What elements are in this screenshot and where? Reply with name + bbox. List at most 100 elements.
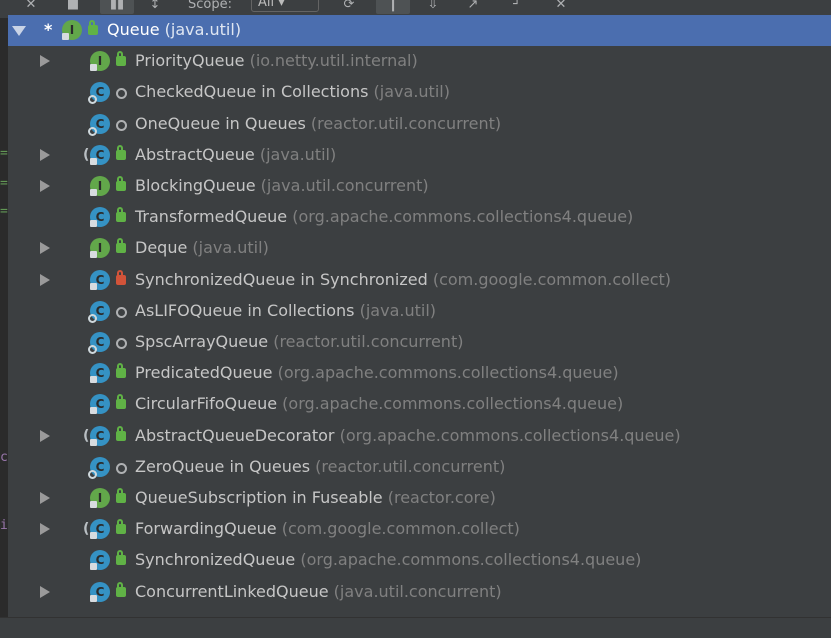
close-icon[interactable]: ✕ bbox=[552, 0, 570, 14]
type-name: TransformedQueue bbox=[135, 207, 288, 227]
tree-row[interactable]: C SynchronizedQueue (org.apache.commons.c… bbox=[8, 545, 831, 576]
static-pin-icon bbox=[88, 313, 97, 323]
refresh-icon[interactable]: ⟳ bbox=[340, 0, 358, 14]
package-visibility-icon bbox=[116, 306, 127, 318]
type-name: Queue bbox=[107, 20, 160, 39]
type-name: CircularFifoQueue bbox=[135, 394, 278, 414]
type-name: OneQueue in Queues bbox=[135, 113, 306, 133]
package-name: (org.apache.commons.collections4.queue) bbox=[277, 363, 619, 383]
package-name: (java.util.concurrent) bbox=[333, 581, 502, 601]
static-pin-icon bbox=[88, 95, 97, 105]
tree-row[interactable]: C SpscArrayQueue (reactor.util.concurrent… bbox=[8, 327, 831, 358]
private-visibility-icon bbox=[116, 269, 126, 285]
sort-alpha-icon[interactable]: ↕ bbox=[146, 0, 164, 14]
expand-arrow-right-icon[interactable] bbox=[40, 180, 50, 192]
tree-row[interactable]: C PredicatedQueue (org.apache.commons.col… bbox=[8, 358, 831, 389]
interface-icon: I bbox=[90, 176, 110, 196]
abstract-bracket-icon: ( bbox=[83, 146, 90, 163]
expand-arrow-right-icon[interactable] bbox=[40, 492, 50, 504]
lock-badge-icon bbox=[90, 251, 97, 259]
public-visibility-icon bbox=[116, 207, 126, 223]
expand-arrow-right-icon[interactable] bbox=[40, 585, 50, 598]
tree-row[interactable]: C ConcurrentLinkedQueue (java.util.concur… bbox=[8, 577, 831, 608]
tree-row-label: AbstractQueue (java.util) bbox=[135, 145, 336, 164]
tree-row-label: QueueSubscription in Fuseable (reactor.c… bbox=[135, 488, 496, 507]
public-visibility-icon bbox=[88, 20, 98, 35]
autoscroll-icon[interactable]: ↗ bbox=[464, 0, 482, 14]
expand-arrow-down-icon[interactable] bbox=[12, 26, 26, 36]
package-name: (java.util.concurrent) bbox=[260, 176, 429, 195]
type-name: AbstractQueueDecorator bbox=[135, 425, 335, 445]
package-visibility-icon bbox=[116, 462, 127, 474]
package-visibility-icon bbox=[116, 338, 127, 349]
expand-arrow-right-icon[interactable] bbox=[40, 523, 50, 536]
tree-row[interactable]: C CheckedQueue in Collections (java.util) bbox=[8, 77, 831, 108]
tree-row-label: PredicatedQueue (org.apache.commons.coll… bbox=[135, 363, 619, 382]
tree-row[interactable]: C SynchronizedQueue in Synchronized (com.… bbox=[8, 265, 831, 296]
tree-row[interactable]: C AsLIFOQueue in Collections (java.util) bbox=[8, 296, 831, 327]
tree-row[interactable]: C(AbstractQueueDecorator (org.apache.com… bbox=[8, 421, 831, 452]
type-hierarchy-tree[interactable]: * I Queue (java.util) I PriorityQueue (io.ne… bbox=[8, 15, 831, 617]
type-name: Deque bbox=[135, 238, 188, 258]
public-visibility-icon bbox=[116, 488, 126, 503]
class-icon: C bbox=[90, 394, 110, 415]
tree-row-label: AbstractQueueDecorator (org.apache.commo… bbox=[135, 426, 681, 445]
class-icon: C bbox=[88, 456, 110, 479]
stop-icon[interactable]: ■ bbox=[64, 0, 82, 14]
tree-row-label: Deque (java.util) bbox=[135, 238, 269, 257]
package-name: (org.apache.commons.collections4.queue) bbox=[339, 425, 681, 445]
lock-badge-icon bbox=[90, 220, 97, 228]
type-name: ConcurrentLinkedQueue bbox=[135, 581, 329, 601]
package-name: (io.netty.util.internal) bbox=[249, 51, 418, 71]
tree-row-label: SynchronizedQueue (org.apache.commons.co… bbox=[135, 550, 641, 569]
tree-row[interactable]: C(AbstractQueue (java.util) bbox=[8, 140, 831, 171]
package-name: (reactor.util.concurrent) bbox=[310, 113, 502, 133]
package-name: (reactor.core) bbox=[387, 488, 496, 507]
tree-row[interactable]: * I Queue (java.util) bbox=[8, 15, 831, 46]
tree-row[interactable]: I BlockingQueue (java.util.concurrent) bbox=[8, 171, 831, 202]
interface-icon: I bbox=[62, 20, 82, 40]
tree-row[interactable]: I PriorityQueue (io.netty.util.internal) bbox=[8, 46, 831, 77]
tree-row[interactable]: I QueueSubscription in Fuseable (reactor.… bbox=[8, 483, 831, 514]
static-pin-icon bbox=[88, 345, 97, 354]
type-name: SynchronizedQueue bbox=[135, 550, 296, 570]
tree-row[interactable]: C ZeroQueue in Queues (reactor.util.concu… bbox=[8, 452, 831, 483]
lock-badge-icon bbox=[90, 563, 97, 571]
expand-arrow-right-icon[interactable] bbox=[40, 242, 50, 255]
lock-badge-icon bbox=[90, 189, 97, 196]
type-name: SynchronizedQueue in Synchronized bbox=[135, 269, 428, 289]
supertypes-icon[interactable]: ▮▮ bbox=[100, 0, 134, 14]
tree-row[interactable]: C OneQueue in Queues (reactor.util.concur… bbox=[8, 109, 831, 140]
class-icon: C bbox=[88, 113, 110, 136]
lock-badge-icon bbox=[90, 157, 97, 165]
lock-badge-icon bbox=[90, 282, 97, 290]
tree-row-label: Queue (java.util) bbox=[107, 20, 241, 39]
tree-row-label: SynchronizedQueue in Synchronized (com.g… bbox=[135, 270, 671, 289]
scope-dropdown[interactable]: All ▾ bbox=[251, 0, 319, 12]
export-icon[interactable]: ⇩ bbox=[424, 0, 442, 14]
scope-label: Scope: bbox=[188, 0, 232, 12]
collapse-icon[interactable]: ✕ bbox=[22, 0, 40, 14]
tree-row[interactable]: C(ForwardingQueue (com.google.common.col… bbox=[8, 514, 831, 545]
tree-row[interactable]: C TransformedQueue (org.apache.commons.co… bbox=[8, 202, 831, 233]
expand-arrow-right-icon[interactable] bbox=[40, 273, 50, 286]
type-name: AsLIFOQueue in Collections bbox=[135, 300, 355, 320]
interface-icon: I bbox=[90, 238, 110, 259]
public-visibility-icon bbox=[116, 363, 126, 379]
public-visibility-icon bbox=[116, 519, 126, 535]
tree-row[interactable]: I Deque (java.util) bbox=[8, 233, 831, 264]
type-name: ZeroQueue in Queues bbox=[135, 456, 311, 476]
type-name: CheckedQueue in Collections bbox=[135, 82, 369, 102]
tree-row[interactable]: C CircularFifoQueue (org.apache.commons.c… bbox=[8, 389, 831, 420]
public-visibility-icon bbox=[116, 51, 126, 67]
expand-arrow-right-icon[interactable] bbox=[40, 55, 50, 68]
status-strip bbox=[0, 617, 831, 638]
lock-badge-icon bbox=[90, 376, 97, 384]
layout-icon[interactable]: ┘ bbox=[508, 0, 526, 14]
abstract-class-icon: C( bbox=[83, 519, 110, 540]
lock-badge-icon bbox=[90, 64, 97, 72]
expand-arrow-right-icon[interactable] bbox=[40, 429, 50, 442]
pin-icon[interactable]: ┃ bbox=[376, 0, 410, 14]
tree-row-label: ConcurrentLinkedQueue (java.util.concurr… bbox=[135, 582, 502, 601]
expand-arrow-right-icon[interactable] bbox=[40, 148, 50, 161]
